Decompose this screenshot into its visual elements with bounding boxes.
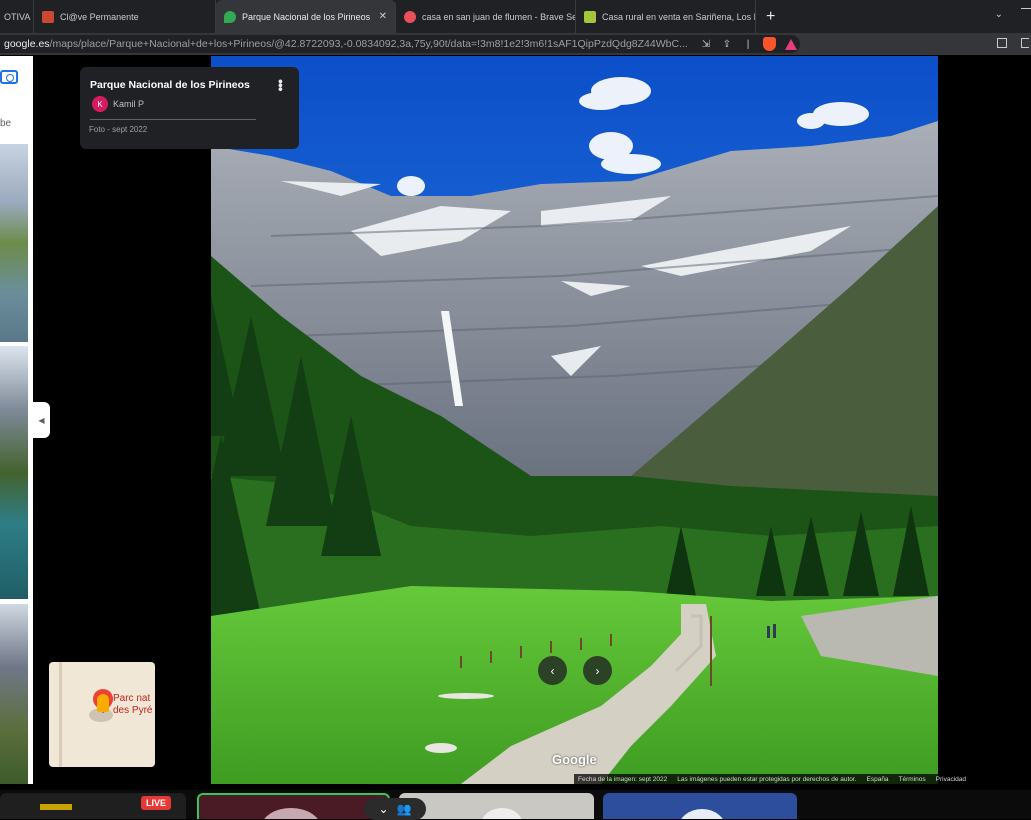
photo-info-card: Parque Nacional de los Pirineos ••• K Ka… xyxy=(80,67,299,149)
photo-date: Foto - sept 2022 xyxy=(89,125,148,134)
add-photo-icon[interactable] xyxy=(0,70,18,84)
clave-favicon-icon xyxy=(42,10,54,23)
brave-shields-icon[interactable] xyxy=(763,37,776,51)
idealista-favicon-icon xyxy=(584,10,596,23)
tab-clave-permanente[interactable]: Cl@ve Permanente xyxy=(34,0,216,33)
tab-otiva[interactable]: OTIVA xyxy=(0,0,34,33)
photo-credits-bar: Fecha de la imagen: sept 2022 Las imágen… xyxy=(574,774,1031,785)
url-path: /maps/place/Parque+Nacional+de+los+Pirin… xyxy=(49,38,688,50)
participant-tile[interactable]: LIVE xyxy=(0,793,186,819)
tab-brave-search[interactable]: casa en san juan de flumen - Brave Se xyxy=(396,0,576,33)
country-link[interactable]: España xyxy=(867,776,889,783)
participant-avatar xyxy=(481,808,523,819)
panel-text-fragment: be xyxy=(0,118,12,129)
url-field[interactable]: google.es /maps/place/Parque+Nacional+de… xyxy=(0,35,800,53)
street-photo[interactable] xyxy=(211,56,938,784)
photo-thumbnail[interactable] xyxy=(0,604,28,784)
address-bar: google.es /maps/place/Parque+Nacional+de… xyxy=(0,33,1031,55)
new-tab-button[interactable]: + xyxy=(766,8,775,26)
participants-icon[interactable]: 👥 xyxy=(397,802,412,816)
tab-label: Parque Nacional de los Pirineos - xyxy=(242,11,371,22)
previous-photo-button[interactable]: ‹ xyxy=(538,656,567,685)
share-icon[interactable]: ⇪ xyxy=(721,38,733,50)
collapse-panel-button[interactable]: ◀ xyxy=(33,402,50,438)
tab-strip: OTIVA Cl@ve Permanente Parque Nacional d… xyxy=(0,0,1031,33)
tab-label: Cl@ve Permanente xyxy=(60,11,139,22)
participant-tile[interactable] xyxy=(603,793,797,819)
install-app-icon[interactable]: ⇲ xyxy=(700,38,712,50)
photo-thumbnail[interactable] xyxy=(0,144,28,342)
participant-tile[interactable] xyxy=(399,793,594,819)
tab-label: casa en san juan de flumen - Brave Se xyxy=(422,11,576,22)
address-bar-actions: ⇲ ⇪ | xyxy=(700,37,797,51)
tab-search-dropdown-icon[interactable]: ⌄ xyxy=(995,9,1003,20)
place-title[interactable]: Parque Nacional de los Pirineos xyxy=(90,79,250,91)
more-options-icon[interactable]: ••• xyxy=(273,79,289,91)
participant-tile-speaking[interactable] xyxy=(197,793,390,819)
divider xyxy=(90,119,256,120)
image-date-text: Fecha de la imagen: sept 2022 xyxy=(578,776,668,783)
collapse-call-icon[interactable]: ⌄ xyxy=(378,802,388,816)
mountain-landscape-image xyxy=(211,56,938,784)
participant-avatar xyxy=(261,808,321,819)
window-panel-icon[interactable] xyxy=(1021,38,1029,48)
minimap-label-line: Parc nat xyxy=(113,693,151,704)
sidebar-toggle-icon[interactable] xyxy=(997,38,1007,48)
close-tab-icon[interactable]: ✕ xyxy=(379,11,387,22)
next-photo-button[interactable]: › xyxy=(583,656,612,685)
minimap-road xyxy=(59,662,62,767)
participant-avatar xyxy=(678,809,726,819)
terms-link[interactable]: Términos xyxy=(899,776,926,783)
flag-icon xyxy=(40,804,72,810)
pegman-icon[interactable] xyxy=(97,694,109,712)
photo-thumbnail[interactable] xyxy=(0,346,28,599)
google-maps-favicon-icon xyxy=(224,10,236,23)
live-badge: LIVE xyxy=(141,796,172,810)
author-name[interactable]: Kamil P xyxy=(113,99,144,109)
url-domain: google.es xyxy=(4,38,50,50)
separator: | xyxy=(746,38,750,50)
maps-side-panel: be xyxy=(0,56,33,784)
tab-label: OTIVA xyxy=(4,11,31,22)
tab-parque-nacional[interactable]: Parque Nacional de los Pirineos - ✕ xyxy=(216,0,396,33)
copyright-text: Las imágenes pueden estar protegidas por… xyxy=(677,776,857,783)
tab-casa-rural[interactable]: Casa rural en venta en Sariñena, Los M xyxy=(576,0,756,33)
brave-rewards-icon[interactable] xyxy=(785,38,797,50)
minimap[interactable]: Parc nat des Pyré xyxy=(49,662,155,767)
minimap-label-line: des Pyré xyxy=(113,705,153,716)
tab-label: Casa rural en venta en Sariñena, Los M xyxy=(602,11,756,22)
privacy-link[interactable]: Privacidad xyxy=(936,776,966,783)
minimap-place-label: Parc nat des Pyré xyxy=(113,693,152,717)
author-avatar[interactable]: K xyxy=(92,96,108,112)
call-controls: ⌄ 👥 xyxy=(364,798,426,820)
google-watermark: Google xyxy=(552,752,597,767)
minimize-icon[interactable] xyxy=(1021,8,1031,20)
brave-search-favicon-icon xyxy=(404,10,416,23)
